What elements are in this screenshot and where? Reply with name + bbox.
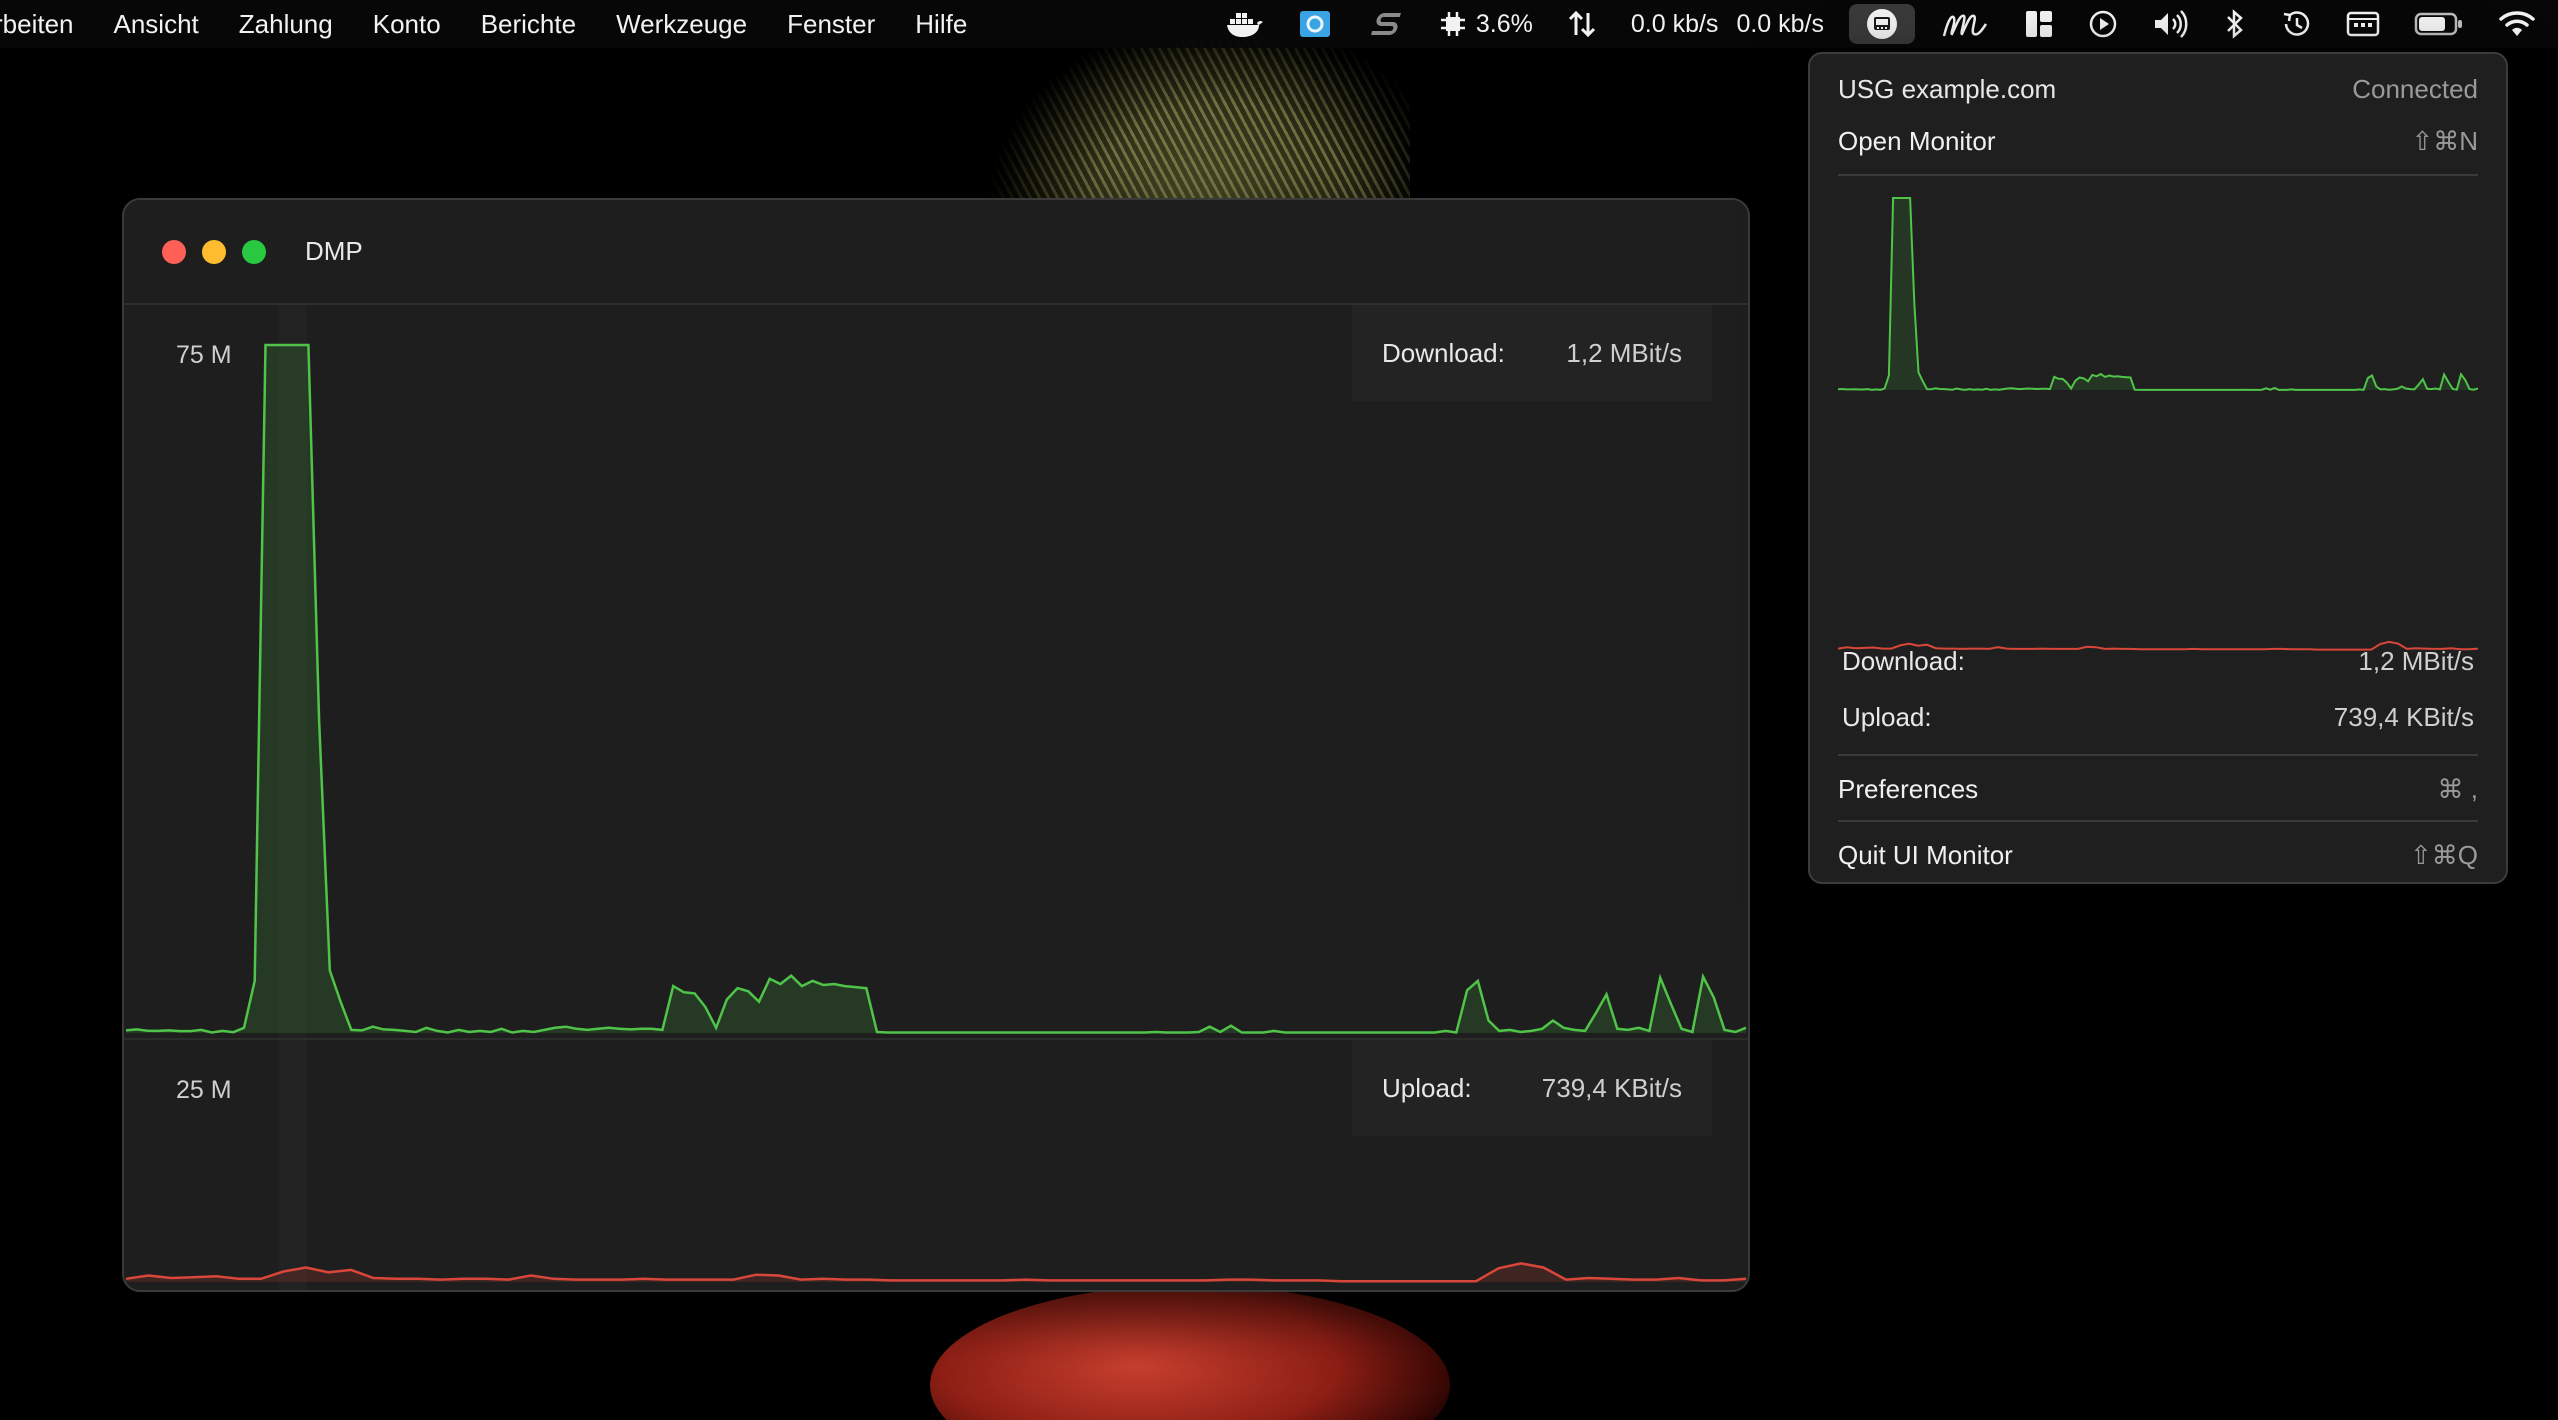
menu-werkzeuge[interactable]: Werkzeuge <box>616 9 747 40</box>
mini-download-line <box>1838 197 2478 391</box>
mini-download-chart <box>1838 197 2478 391</box>
menu-berichte[interactable]: Berichte <box>481 9 576 40</box>
wallpaper-hair <box>990 20 1410 210</box>
quit-shortcut: ⇧⌘Q <box>2409 840 2478 870</box>
window-titlebar[interactable]: DMP <box>124 200 1748 305</box>
quit-label: Quit UI Monitor <box>1838 840 2013 870</box>
dropdown-upload-label: Upload: <box>1842 702 1932 732</box>
gateway-name: USG example.com <box>1838 74 2057 104</box>
cpu-value: 3.6% <box>1475 9 1533 38</box>
menu-konto[interactable]: Konto <box>373 9 441 40</box>
zoom-button[interactable] <box>242 240 266 264</box>
layout-icon[interactable] <box>2024 9 2054 39</box>
dropdown-download-label: Download: <box>1842 646 1965 676</box>
upload-chart-pane: 25 M Upload: 739,4 KBit/s <box>124 1040 1748 1290</box>
menu-separator <box>1838 820 2478 822</box>
dmp-window[interactable]: DMP 75 M Download: 1,2 MBit/s 25 M Uploa… <box>122 198 1750 1292</box>
app-blue-icon[interactable] <box>1298 9 1332 39</box>
bluetooth-icon[interactable] <box>2224 9 2246 39</box>
ui-monitor-icon[interactable] <box>1849 4 1915 44</box>
connection-status: Connected <box>2352 74 2478 104</box>
dropdown-download-value: 1,2 MBit/s <box>2358 646 2474 676</box>
play-icon[interactable] <box>2088 9 2118 39</box>
volume-icon[interactable] <box>2152 9 2190 39</box>
script-m-icon[interactable] <box>1940 6 1990 42</box>
menu-bar: rbeiten Ansicht Zahlung Konto Berichte W… <box>0 0 2558 48</box>
quit-item[interactable]: Quit UI Monitor ⇧⌘Q <box>1838 840 2478 871</box>
download-chart <box>125 343 1747 1034</box>
menu-fenster[interactable]: Fenster <box>787 9 875 40</box>
gateway-row: USG example.com Connected <box>1838 74 2478 105</box>
ui-monitor-menu: USG example.com Connected Open Monitor ⇧… <box>1808 52 2508 884</box>
s-logo-icon[interactable] <box>1366 9 1406 39</box>
wifi-icon[interactable] <box>2498 9 2536 39</box>
status-area: 3.6% 0.0 kb/s 0.0 kb/s <box>1209 0 2558 48</box>
keyboard-icon[interactable] <box>2346 9 2380 39</box>
net-up-value: 0.0 kb/s <box>1736 9 1824 38</box>
download-chart-pane: 75 M Download: 1,2 MBit/s <box>124 305 1748 1039</box>
menu-ansicht[interactable]: Ansicht <box>114 9 199 40</box>
window-title: DMP <box>305 236 363 266</box>
menu-bearbeiten[interactable]: rbeiten <box>0 9 74 40</box>
open-monitor-shortcut: ⇧⌘N <box>2411 126 2478 156</box>
cpu-icon <box>1440 11 1466 37</box>
dropdown-upload-value: 739,4 KBit/s <box>2333 702 2474 732</box>
download-area <box>126 345 1746 1033</box>
preferences-shortcut: ⌘ , <box>2437 774 2478 804</box>
open-monitor-item[interactable]: Open Monitor ⇧⌘N <box>1838 126 2478 157</box>
dropdown-upload-row: Upload: 739,4 KBit/s <box>1842 702 2474 733</box>
close-button[interactable] <box>162 240 186 264</box>
wallpaper-lips <box>930 1285 1450 1420</box>
menu-zahlung[interactable]: Zahlung <box>239 9 333 40</box>
docker-icon[interactable] <box>1226 9 1264 39</box>
download-line <box>125 343 1747 1034</box>
time-machine-icon[interactable] <box>2280 9 2312 39</box>
menu-separator <box>1838 174 2478 176</box>
mini-download-area <box>1838 198 2478 390</box>
minimize-button[interactable] <box>202 240 226 264</box>
network-speed[interactable]: 0.0 kb/s 0.0 kb/s <box>1631 10 1824 39</box>
open-monitor-label: Open Monitor <box>1838 126 1996 156</box>
network-arrows-icon[interactable] <box>1567 9 1597 39</box>
menu-separator <box>1838 754 2478 756</box>
battery-icon[interactable] <box>2414 11 2464 37</box>
mini-upload-chart <box>1838 640 2478 651</box>
menu-hilfe[interactable]: Hilfe <box>915 9 967 40</box>
upload-chart <box>125 1262 1747 1283</box>
preferences-item[interactable]: Preferences ⌘ , <box>1838 774 2478 805</box>
app-menus: rbeiten Ansicht Zahlung Konto Berichte W… <box>0 0 1007 48</box>
dropdown-download-row: Download: 1,2 MBit/s <box>1842 646 2474 677</box>
preferences-label: Preferences <box>1838 774 1979 804</box>
net-down-value: 0.0 kb/s <box>1630 9 1719 38</box>
cpu-indicator[interactable]: 3.6% <box>1440 10 1533 39</box>
